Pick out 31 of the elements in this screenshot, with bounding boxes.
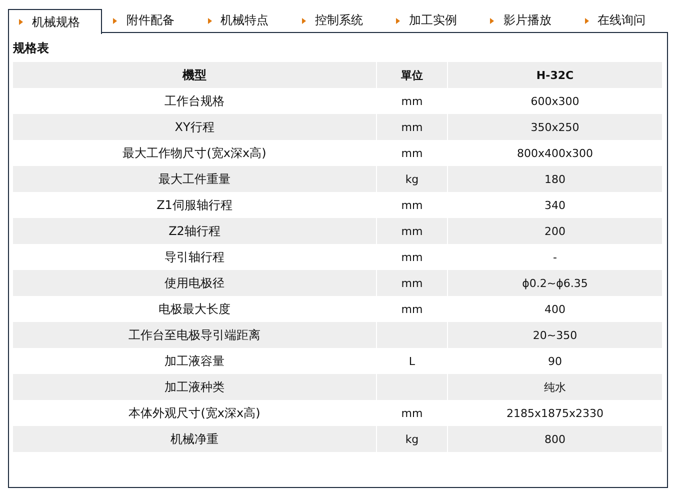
column-header: 機型 [13,62,376,88]
table-cell: mm [376,114,448,140]
table-cell: Z2轴行程 [13,218,376,244]
triangle-icon [113,18,118,24]
triangle-icon [396,18,400,24]
table-cell: 纯水 [448,374,662,400]
table-cell: kg [376,166,448,192]
table-cell: mm [376,218,448,244]
table-cell: XY行程 [13,114,376,140]
table-cell: 180 [448,166,662,192]
triangle-icon [302,18,306,24]
table-cell: 机械净重 [13,426,376,452]
tab[interactable]: 机械规格 [8,9,102,34]
column-header: H-32C [448,62,662,88]
table-cell: 350x250 [448,114,662,140]
column-header: 單位 [376,62,448,88]
triangle-icon [19,19,23,25]
triangle-icon [584,18,589,24]
triangle-icon [490,18,494,24]
table-cell: 工作台至电极导引端距离 [13,322,376,348]
table-cell: kg [376,426,448,452]
table-cell: 使用电极径 [13,270,376,296]
section-title: 规格表 [13,40,49,57]
table-cell: ϕ0.2~ϕ6.35 [448,270,662,296]
table-cell: mm [376,270,448,296]
table-cell: 200 [448,218,662,244]
triangle-icon [208,18,212,24]
table-cell: 800 [448,426,662,452]
table-cell: 20~350 [448,322,662,348]
table-cell: 最大工件重量 [13,166,376,192]
table-cell: 加工液种类 [13,374,376,400]
